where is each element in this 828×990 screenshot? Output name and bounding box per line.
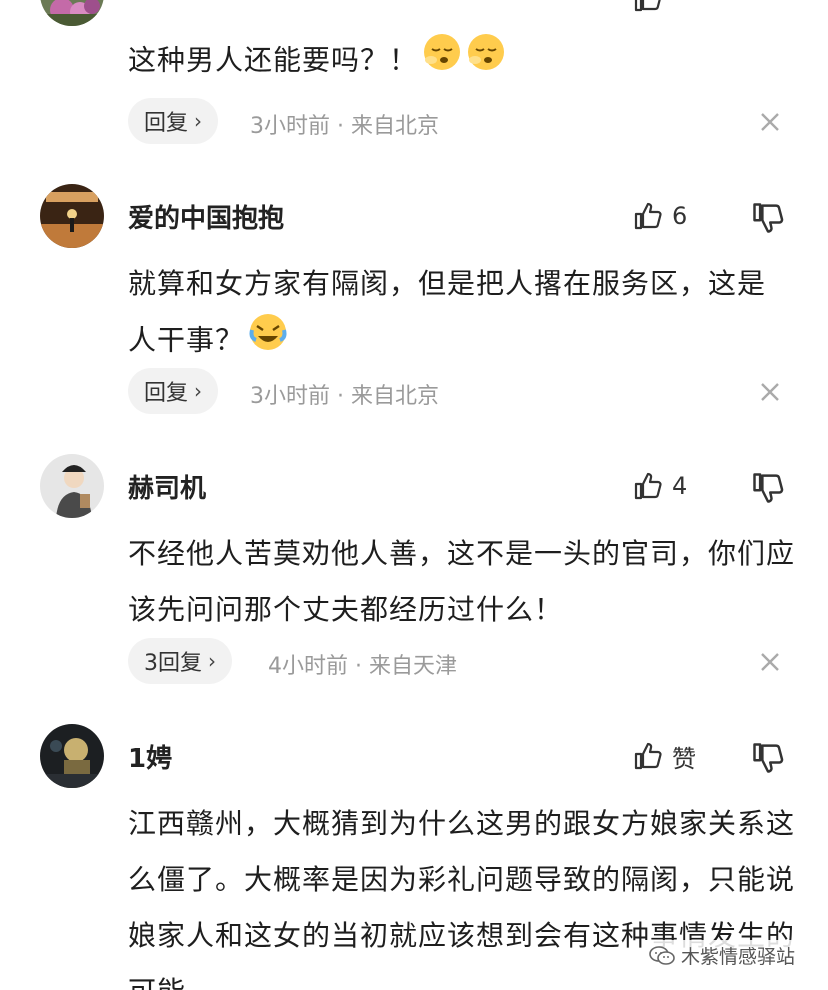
avatar[interactable]	[40, 724, 104, 788]
comment-item: 这种男人还能要吗？！ 回复 › 3小时前 · 来自北京	[0, 0, 828, 160]
avatar[interactable]	[40, 0, 104, 26]
reply-button[interactable]: 回复 ›	[128, 368, 219, 414]
chevron-right-icon: ›	[194, 109, 203, 133]
close-icon[interactable]	[758, 380, 782, 404]
avatar[interactable]	[40, 454, 104, 518]
thumbs-up-icon	[634, 0, 661, 12]
like-button[interactable]: 赞	[632, 738, 696, 774]
reply-label: 回复	[144, 111, 189, 136]
comment-item: 爱的中国抱抱 6 就算和女方家有隔阂，但是把人撂在服务区，这是人干事？ 回复 ›…	[0, 184, 828, 424]
like-count: 6	[672, 202, 688, 230]
avatar[interactable]	[40, 184, 104, 248]
watermark-text: 木紫情感驿站	[681, 946, 796, 968]
comment-list: 这种男人还能要吗？！ 回复 › 3小时前 · 来自北京 爱的中国抱抱 6 就算和…	[0, 0, 828, 990]
thumbs-up-icon	[634, 202, 662, 230]
reply-label: 回复	[144, 381, 189, 406]
watermark: 木紫情感驿站	[645, 940, 800, 971]
username[interactable]: 爱的中国抱抱	[128, 198, 284, 235]
thumbs-down-icon[interactable]	[750, 470, 786, 506]
username[interactable]: 赫司机	[128, 468, 206, 505]
like-button[interactable]: 4	[632, 468, 687, 504]
thumbs-up-icon	[634, 472, 662, 500]
like-button[interactable]	[632, 0, 664, 16]
username[interactable]: 1娉	[128, 738, 172, 775]
comment-meta: 4小时前 · 来自天津	[268, 654, 457, 679]
wechat-icon	[649, 945, 675, 965]
chevron-right-icon: ›	[194, 379, 203, 403]
like-count: 4	[672, 472, 688, 500]
reply-label: 3回复	[144, 651, 202, 676]
crying-laughing-emoji-icon	[248, 312, 288, 371]
comment-text: 就算和女方家有隔阂，但是把人撂在服务区，这是人干事？	[128, 256, 778, 371]
sleepy-emoji-icon	[422, 32, 462, 91]
comment-text: 这种男人还能要吗？！	[128, 32, 798, 91]
thumbs-down-icon[interactable]	[750, 200, 786, 236]
close-icon[interactable]	[758, 110, 782, 134]
thumbs-down-icon[interactable]	[750, 740, 786, 776]
like-button[interactable]: 6	[632, 198, 687, 234]
comment-meta: 3小时前 · 来自北京	[250, 384, 439, 409]
like-count: 赞	[672, 744, 696, 773]
sleepy-emoji-icon	[466, 32, 506, 91]
comment-meta: 3小时前 · 来自北京	[250, 114, 439, 139]
reply-button[interactable]: 回复 ›	[128, 98, 219, 144]
comment-text: 不经他人苦莫劝他人善，这不是一头的官司，你们应该先问问那个丈夫都经历过什么！	[128, 537, 796, 626]
comment-item: 赫司机 4 不经他人苦莫劝他人善，这不是一头的官司，你们应该先问问那个丈夫都经历…	[0, 454, 828, 694]
close-icon[interactable]	[758, 650, 782, 674]
chevron-right-icon: ›	[208, 649, 216, 673]
reply-button[interactable]: 3回复 ›	[128, 638, 232, 684]
thumbs-up-icon	[634, 742, 662, 770]
